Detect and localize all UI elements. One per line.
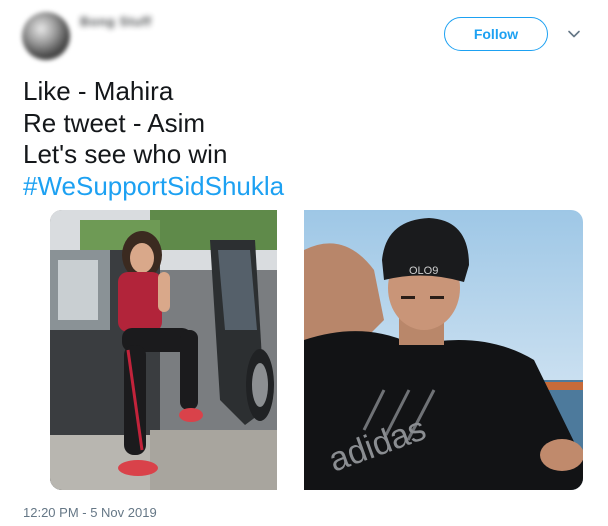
avatar[interactable] <box>22 12 70 60</box>
tweet-text-line: Re tweet - Asim <box>23 107 206 138</box>
cap-logo-text: OLO9 <box>409 265 438 277</box>
follow-button[interactable]: Follow <box>444 17 548 51</box>
tweet-timestamp[interactable]: 12:20 PM - 5 Nov 2019 <box>23 505 157 520</box>
hashtag-link[interactable]: #WeSupportSidShukla <box>23 171 284 203</box>
tweet-text: Like - Mahira Re tweet - Asim Let's see … <box>23 76 284 202</box>
man-in-cap-photo[interactable]: OLO9 adidas <box>304 210 583 490</box>
chevron-down-icon[interactable] <box>566 26 582 42</box>
woman-in-car-photo[interactable] <box>50 210 277 490</box>
tweet-card: Bong Stuff Follow Like - Mahira Re tweet… <box>0 0 608 526</box>
display-name[interactable]: Bong Stuff <box>80 14 151 29</box>
tweet-text-line: Like - Mahira <box>23 76 174 106</box>
tweet-text-line: Let's see who win <box>23 139 228 169</box>
tweet-header: Bong Stuff Follow <box>0 0 608 64</box>
